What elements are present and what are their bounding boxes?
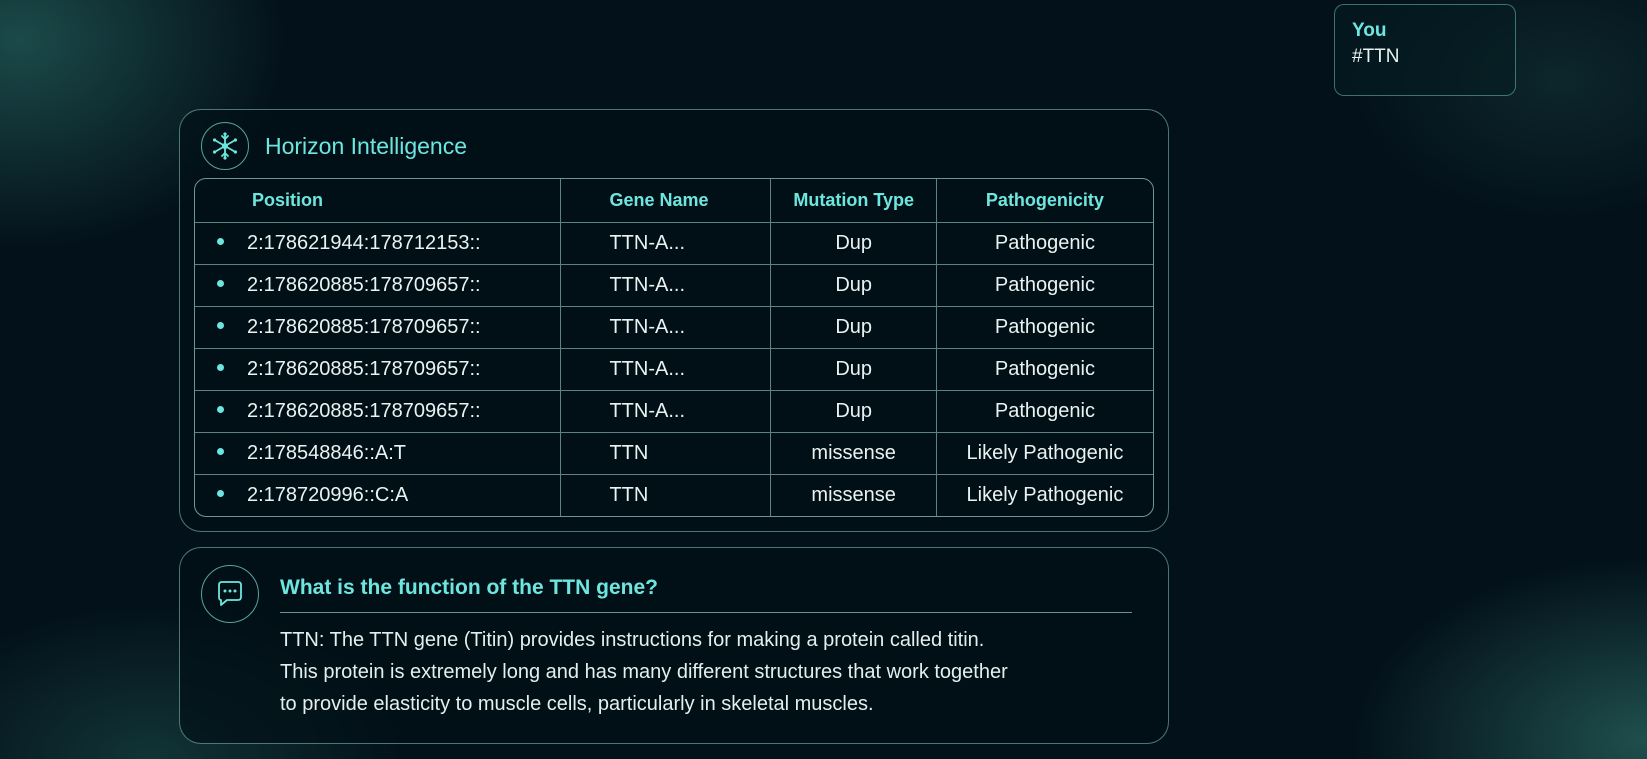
pathogenicity-cell: Likely Pathogenic [936,433,1153,475]
column-header-pathogenicity[interactable]: Pathogenicity [936,179,1153,223]
table-row[interactable]: 2:178620885:178709657:: TTN-A... Dup Pat… [195,307,1153,349]
table-row[interactable]: 2:178620885:178709657:: TTN-A... Dup Pat… [195,391,1153,433]
table-row[interactable]: 2:178620885:178709657:: TTN-A... Dup Pat… [195,349,1153,391]
mutation-cell: missense [771,433,937,475]
question-heading: What is the function of the TTN gene? [280,573,1132,613]
bullet-icon [217,280,224,288]
pathogenicity-cell: Pathogenic [936,391,1153,433]
pathogenicity-cell: Pathogenic [936,307,1153,349]
position-cell: 2:178620885:178709657:: [247,358,481,380]
gene-cell: TTN-A... [561,349,772,391]
gene-cell: TTN-A... [561,223,772,265]
position-cell: 2:178621944:178712153:: [247,232,481,254]
mutation-cell: Dup [771,391,937,433]
answer-line: TTN: The TTN gene (Titin) provides instr… [280,629,985,651]
gene-cell: TTN-A... [561,307,772,349]
mutation-cell: Dup [771,265,937,307]
column-header-position[interactable]: Position [195,179,562,223]
gene-cell: TTN-A... [561,391,772,433]
column-header-mutation-type[interactable]: Mutation Type [771,179,937,223]
answer-line: This protein is extremely long and has m… [280,661,1008,683]
mutation-cell: missense [771,475,937,516]
position-cell: 2:178620885:178709657:: [247,274,481,296]
network-snowflake-icon [201,122,249,170]
gene-cell: TTN-A... [561,265,772,307]
answer-line: to provide elasticity to muscle cells, p… [280,693,874,715]
pathogenicity-cell: Pathogenic [936,349,1153,391]
results-card: Horizon Intelligence Position Gene Name … [179,109,1169,532]
chat-bubble-icon [201,565,259,623]
table-row[interactable]: 2:178620885:178709657:: TTN-A... Dup Pat… [195,265,1153,307]
mutation-cell: Dup [771,349,937,391]
table-row[interactable]: 2:178548846::A:T TTN missense Likely Pat… [195,433,1153,475]
pathogenicity-cell: Likely Pathogenic [966,484,1124,506]
user-message-bubble: You #TTN [1334,4,1516,96]
user-message-text: #TTN [1352,46,1400,67]
card-title: Horizon Intelligence [265,133,468,159]
user-sender-label: You [1352,20,1387,41]
gene-cell: TTN [561,475,772,516]
column-header-gene-name[interactable]: Gene Name [561,179,772,223]
mutation-cell: Dup [771,307,937,349]
bullet-icon [217,490,224,498]
answer-card: What is the function of the TTN gene? TT… [179,547,1169,744]
bullet-icon [217,448,224,456]
pathogenicity-cell: Pathogenic [936,223,1153,265]
position-cell: 2:178720996::C:A [247,484,409,506]
bullet-icon [217,364,224,372]
gene-cell: TTN [561,433,772,475]
bullet-icon [217,238,224,246]
bullet-icon [217,406,224,414]
table-row[interactable]: 2:178621944:178712153:: TTN-A... Dup Pat… [195,223,1153,265]
bullet-icon [217,322,224,330]
mutation-cell: Dup [771,223,937,265]
position-cell: 2:178548846::A:T [247,442,407,464]
results-table: Position Gene Name Mutation Type Pathoge… [194,178,1154,517]
position-cell: 2:178620885:178709657:: [247,316,481,338]
answer-text: TTN: The TTN gene (Titin) provides instr… [280,624,1100,720]
table-row[interactable]: 2:178720996::C:A TTN missense Likely Pat… [195,475,1153,516]
table-header-row: Position Gene Name Mutation Type Pathoge… [195,179,1153,223]
position-cell: 2:178620885:178709657:: [247,400,481,422]
pathogenicity-cell: Pathogenic [936,265,1153,307]
